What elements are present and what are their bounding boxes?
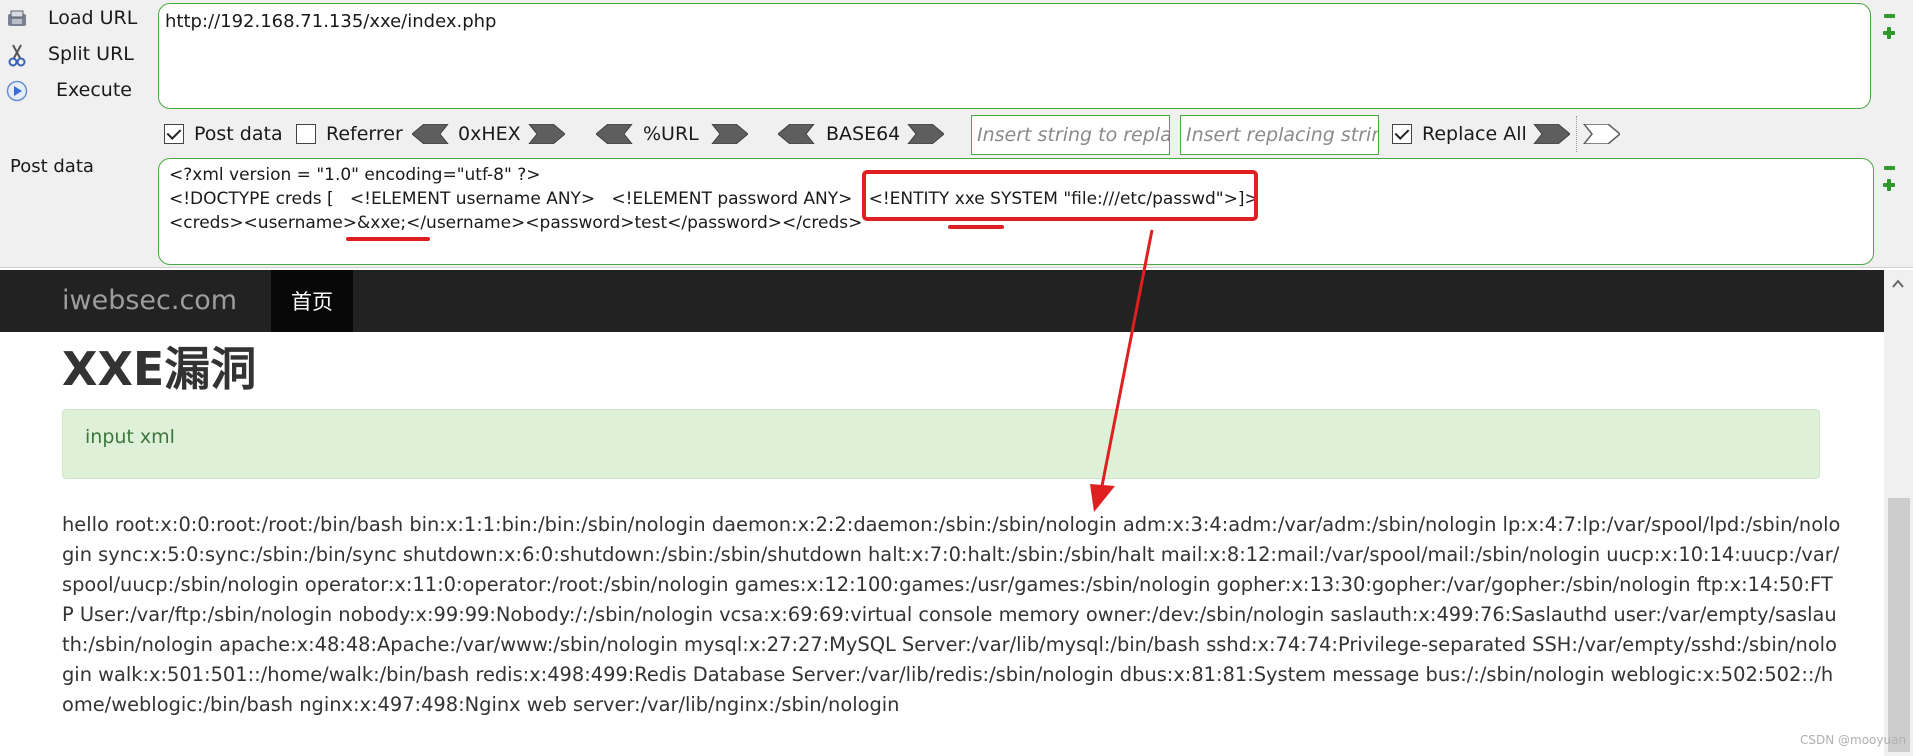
info-alert: input xml bbox=[62, 409, 1820, 479]
url-decode-arrow-icon[interactable] bbox=[596, 124, 634, 144]
shrink-icon[interactable] bbox=[1883, 14, 1895, 18]
replace-next-arrow-icon[interactable] bbox=[1582, 124, 1620, 144]
entity-ref-underline bbox=[346, 237, 430, 241]
response-output: hello root:x:0:0:root:/root:/bin/bash bi… bbox=[62, 513, 1841, 716]
hex-decode-arrow-icon[interactable] bbox=[412, 124, 450, 144]
base64-label: BASE64 bbox=[826, 123, 901, 145]
replace-all-label: Replace All bbox=[1422, 123, 1527, 145]
base64-encode-arrow-icon[interactable] bbox=[906, 124, 944, 144]
url-label: %URL bbox=[643, 123, 699, 145]
post-data-label: Post data bbox=[10, 156, 94, 177]
split-url-label: Split URL bbox=[48, 43, 134, 65]
hex-label: 0xHEX bbox=[458, 123, 521, 145]
scrollbar-thumb[interactable] bbox=[1888, 498, 1910, 752]
disk-icon bbox=[6, 8, 28, 30]
base64-decode-arrow-icon[interactable] bbox=[778, 124, 816, 144]
execute-label: Execute bbox=[56, 79, 132, 101]
split-url-button[interactable]: Split URL bbox=[0, 38, 150, 70]
insert-string-input[interactable]: Insert string to replace bbox=[971, 115, 1170, 155]
replace-all-checkbox[interactable] bbox=[1392, 124, 1412, 144]
replacing-string-input[interactable]: Insert replacing string bbox=[1180, 115, 1379, 155]
nav-home-link[interactable]: 首页 bbox=[271, 270, 353, 332]
referrer-toggle[interactable]: Referrer bbox=[296, 114, 403, 154]
site-brand[interactable]: iwebsec.com bbox=[62, 285, 237, 316]
post-resize-controls bbox=[1882, 166, 1896, 191]
url-resize-controls bbox=[1882, 14, 1896, 39]
toolbar-divider bbox=[1576, 116, 1577, 152]
execute-button[interactable]: Execute bbox=[0, 74, 150, 106]
entity-highlight-box bbox=[862, 170, 1258, 221]
load-url-button[interactable]: Load URL bbox=[0, 2, 150, 34]
replace-all-toggle[interactable]: Replace All bbox=[1392, 114, 1527, 154]
expand-icon[interactable] bbox=[1883, 179, 1895, 191]
hackbar-panel: Load URL Split URL Execute http://192.16… bbox=[0, 0, 1913, 268]
hackbar-toolbar: Post data Referrer 0xHEX %URL BASE64 Ins… bbox=[0, 114, 1913, 155]
hex-encode-arrow-icon[interactable] bbox=[527, 124, 565, 144]
url-input[interactable]: http://192.168.71.135/xxe/index.php bbox=[158, 3, 1871, 109]
referrer-toggle-label: Referrer bbox=[326, 123, 403, 145]
play-icon bbox=[6, 80, 28, 102]
post-data-toggle-label: Post data bbox=[194, 123, 283, 145]
url-value: http://192.168.71.135/xxe/index.php bbox=[165, 11, 497, 32]
expand-icon[interactable] bbox=[1883, 27, 1895, 39]
referrer-checkbox[interactable] bbox=[296, 124, 316, 144]
load-url-label: Load URL bbox=[48, 7, 138, 29]
post-data-checkbox[interactable] bbox=[164, 124, 184, 144]
scroll-up-icon[interactable] bbox=[1891, 277, 1905, 291]
watermark: CSDN @mooyuan bbox=[1800, 733, 1907, 747]
scissors-icon bbox=[6, 44, 28, 67]
alert-text: input xml bbox=[85, 426, 175, 448]
entity-name-underline bbox=[948, 225, 1004, 229]
site-navbar: iwebsec.com 首页 bbox=[0, 270, 1884, 332]
page-title: XXE漏洞 bbox=[62, 342, 257, 396]
shrink-icon[interactable] bbox=[1883, 166, 1895, 170]
page-scrollbar[interactable] bbox=[1884, 270, 1913, 756]
replace-run-arrow-icon[interactable] bbox=[1532, 124, 1570, 144]
post-data-toggle[interactable]: Post data bbox=[164, 114, 283, 154]
url-encode-arrow-icon[interactable] bbox=[710, 124, 748, 144]
